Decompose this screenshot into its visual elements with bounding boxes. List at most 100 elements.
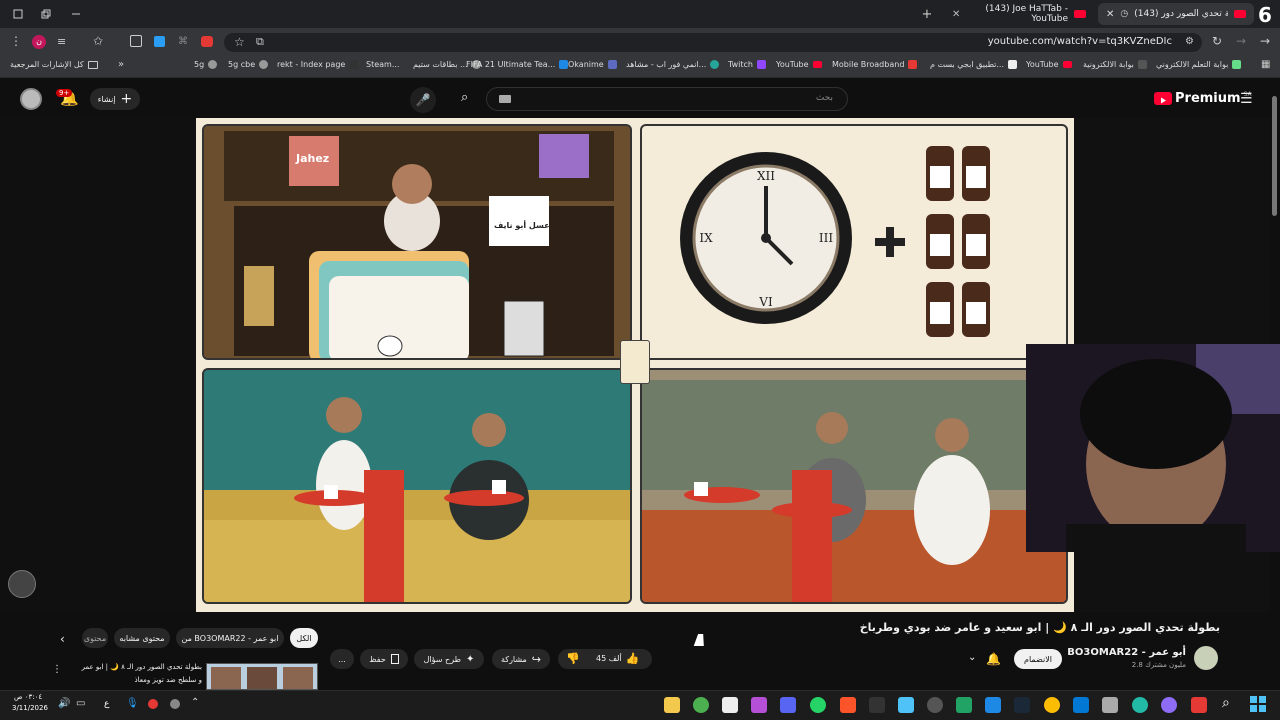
- reload-icon[interactable]: ↻: [1212, 34, 1222, 48]
- tab-search-icon[interactable]: [12, 8, 24, 20]
- volume-icon[interactable]: 🔊: [58, 698, 70, 709]
- apps-grid-icon[interactable]: ▦: [1261, 59, 1270, 70]
- channel-name[interactable]: BO3OMAR22 - أبو عمر: [1060, 647, 1186, 658]
- bookmark-mobile-broadband[interactable]: Mobile Broadband: [832, 60, 918, 69]
- bookmark-5g[interactable]: 5g: [194, 60, 218, 69]
- new-tab-icon[interactable]: +: [920, 7, 934, 22]
- whatsapp-icon[interactable]: [810, 697, 826, 713]
- bookmark-steam[interactable]: Steam...: [366, 60, 399, 69]
- bookmark-elearning[interactable]: بوابة التعلم الالكتروني: [1156, 60, 1242, 69]
- notification-bell-icon[interactable]: 🔔: [986, 652, 1001, 666]
- reading-list-icon[interactable]: ≡: [57, 35, 66, 48]
- language-indicator[interactable]: ع: [104, 699, 109, 709]
- share-button[interactable]: مشاركة ↪: [492, 649, 550, 669]
- minimize-icon[interactable]: [70, 8, 82, 20]
- edge-dev-icon[interactable]: [985, 697, 1001, 713]
- bookmark-5g-cbe[interactable]: 5g cbe: [228, 60, 269, 69]
- keyboard-icon[interactable]: [499, 95, 511, 103]
- more-actions-button[interactable]: ...: [330, 649, 354, 669]
- chip-content[interactable]: محتوى: [82, 628, 108, 648]
- recommended-menu-icon[interactable]: ⋮: [52, 664, 62, 675]
- search-icon[interactable]: ⌕: [461, 90, 468, 105]
- bookmark-twitch[interactable]: Twitch: [728, 60, 766, 69]
- capcut-icon[interactable]: [722, 697, 738, 713]
- chevron-left-icon[interactable]: ‹: [60, 632, 65, 646]
- search-input-placeholder[interactable]: بحث: [816, 93, 833, 103]
- steam-dark-icon[interactable]: [869, 697, 885, 713]
- bookmark-youtube[interactable]: YouTube: [776, 60, 822, 69]
- brave-icon[interactable]: [840, 697, 856, 713]
- chip-related[interactable]: محتوى مشابه: [114, 628, 170, 648]
- windows-start-icon[interactable]: [1250, 696, 1266, 712]
- store-icon[interactable]: [1102, 697, 1118, 713]
- youtube-premium-logo[interactable]: Premium SA: [1154, 91, 1252, 106]
- channel-watermark-icon[interactable]: [8, 570, 36, 598]
- video-player[interactable]: Jahez عسل أبو نايف XII VI IX III: [196, 118, 1074, 612]
- profile-badge[interactable]: 6: [1258, 3, 1272, 27]
- clock-time[interactable]: ٠٣:٠٤ ص: [14, 693, 42, 701]
- bookmark-anime4up[interactable]: انمي فور اب - مشاهد...: [626, 60, 720, 69]
- network-icon[interactable]: ▭: [76, 698, 85, 709]
- excel-icon[interactable]: [956, 697, 972, 713]
- discord-icon[interactable]: [780, 697, 796, 713]
- ask-button[interactable]: طرح سؤال ✦: [414, 649, 484, 669]
- bookmark-portal[interactable]: بوابة الالكترونية: [1083, 60, 1147, 69]
- steam-icon[interactable]: [1014, 697, 1030, 713]
- taskbar-search-icon[interactable]: ⌕: [1222, 695, 1230, 711]
- bookmark-rekt[interactable]: rekt - Index page: [277, 60, 359, 69]
- extension-blue-icon[interactable]: [154, 36, 165, 47]
- extensions-icon[interactable]: [130, 35, 142, 47]
- address-bar[interactable]: ☆ ⧉ youtube.com/watch?v=tq3KVZneDIc ⚙: [224, 33, 1202, 52]
- microphone-icon[interactable]: 🎙: [126, 698, 139, 709]
- adobe-icon[interactable]: [1191, 697, 1207, 713]
- copilot-icon[interactable]: [1161, 697, 1177, 713]
- tab-current-video[interactable]: ✕ ◷ (143) بطولة تحدي الصور دور: [1098, 3, 1254, 25]
- chrome-active-icon[interactable]: [1044, 697, 1060, 713]
- menu-dots-icon[interactable]: ⋮: [10, 34, 22, 48]
- url-text[interactable]: youtube.com/watch?v=tq3KVZneDIc: [988, 36, 1172, 47]
- bookmark-okanime[interactable]: Okanime: [568, 60, 617, 69]
- clock-date[interactable]: 3/11/2026: [12, 704, 48, 712]
- close-icon[interactable]: ✕: [952, 9, 960, 20]
- bookmark-star-icon[interactable]: ☆: [234, 35, 245, 49]
- tray-icon-a[interactable]: [148, 699, 158, 709]
- file-explorer-icon[interactable]: [664, 697, 680, 713]
- adblock-icon[interactable]: [201, 36, 213, 47]
- recommended-title-line1[interactable]: بطولة تحدي الصور دور الـ ٨ 🌙 | ابو عمر: [60, 663, 202, 671]
- join-button[interactable]: الانضمام: [1014, 649, 1062, 669]
- save-button[interactable]: حفظ: [360, 649, 408, 669]
- extension-grey-icon[interactable]: ⌘: [178, 36, 188, 47]
- chip-all[interactable]: الكل: [290, 628, 318, 648]
- chevron-down-icon[interactable]: ⌄: [968, 652, 976, 663]
- window-restore-icon[interactable]: [40, 8, 52, 20]
- voice-search-icon[interactable]: 🎤: [410, 87, 436, 113]
- scrollbar-thumb[interactable]: [1272, 96, 1277, 216]
- obs-icon[interactable]: [927, 697, 943, 713]
- recommended-thumbnail[interactable]: [206, 663, 318, 690]
- bookmarks-icon[interactable]: ✩: [93, 34, 103, 48]
- outlook-icon[interactable]: [1073, 697, 1089, 713]
- bookmark-fifa[interactable]: FIFA 21 Ultimate Tea...: [466, 60, 569, 69]
- bookmarks-overflow-icon[interactable]: »: [118, 59, 124, 70]
- back-icon[interactable]: →: [1260, 34, 1270, 48]
- avatar[interactable]: [20, 88, 42, 110]
- audio-icon[interactable]: ◷: [1120, 9, 1128, 19]
- create-button[interactable]: إنشاء +: [90, 88, 140, 110]
- search-box[interactable]: ⌕ بحث: [461, 87, 848, 111]
- app-purple-icon[interactable]: [751, 697, 767, 713]
- like-button[interactable]: 45 ألف 👍: [596, 652, 639, 665]
- forward-icon[interactable]: →: [1236, 34, 1246, 48]
- edge-icon[interactable]: [1132, 697, 1148, 713]
- dislike-button[interactable]: 👎: [566, 652, 580, 665]
- profile-avatar[interactable]: ن: [32, 35, 46, 49]
- chip-from-channel[interactable]: من BO3OMAR22 - ابو عمر: [176, 628, 284, 648]
- all-bookmarks-folder[interactable]: كل الإشارات المرجعية: [10, 60, 98, 69]
- recommended-title-line2[interactable]: و سلطح ضد تويز ومعاذ: [60, 676, 202, 684]
- channel-avatar[interactable]: [1194, 646, 1218, 670]
- chrome-icon[interactable]: [693, 697, 709, 713]
- tab-joe-hattab[interactable]: ✕ (143) Joe HaTTab - YouTube: [944, 3, 1094, 25]
- tray-chevron-up-icon[interactable]: ⌃: [191, 697, 199, 708]
- hamburger-menu-icon[interactable]: ☰: [1240, 91, 1253, 107]
- tray-icon-b[interactable]: [170, 699, 180, 709]
- bookmark-youtube-2[interactable]: YouTube: [1026, 60, 1072, 69]
